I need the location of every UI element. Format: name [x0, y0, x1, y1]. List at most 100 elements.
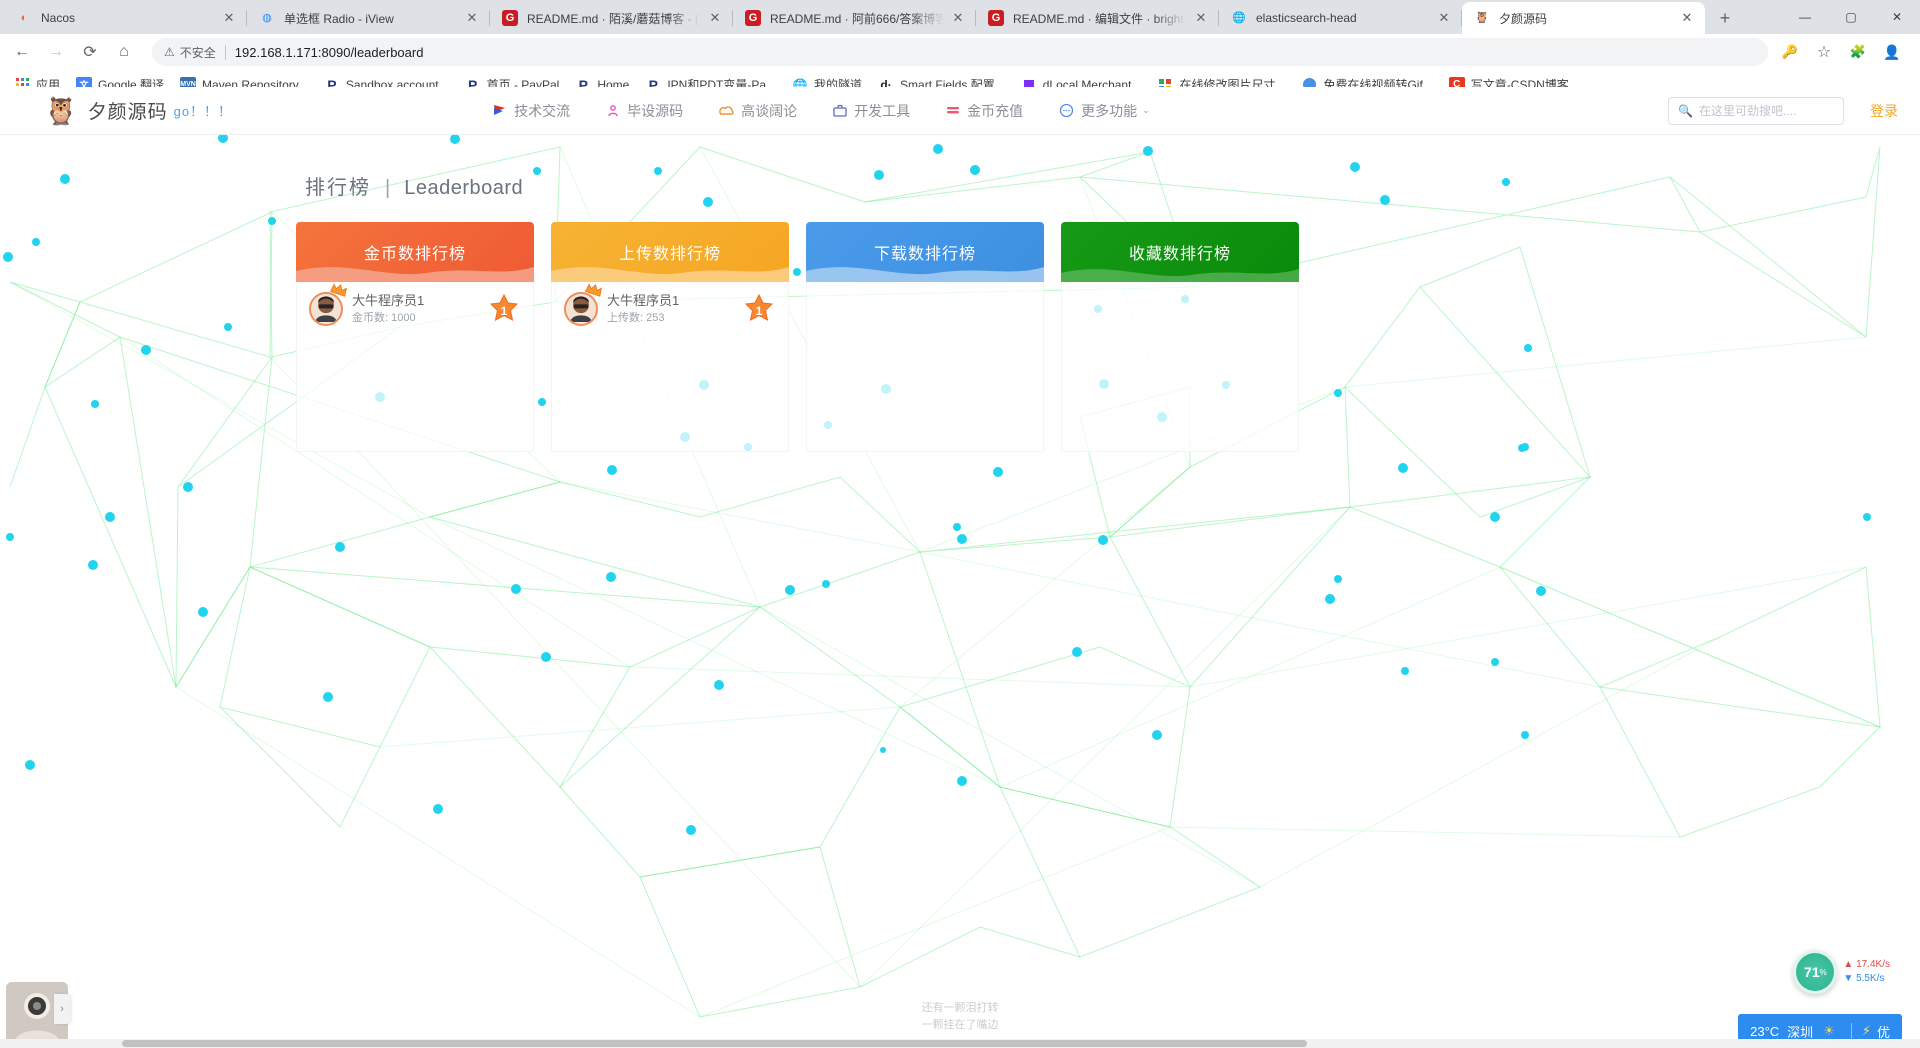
minimize-button[interactable]: — — [1782, 0, 1828, 34]
profile-avatar-icon[interactable]: 👤 — [1878, 38, 1906, 66]
browser-tab[interactable]: G README.md · 编辑文件 · bright ✕ — [976, 2, 1219, 34]
rank-badge: 1 — [489, 293, 519, 324]
gitee-icon: G — [502, 10, 518, 26]
gitee-icon: G — [745, 10, 761, 26]
bookmark-star-icon[interactable]: ☆ — [1810, 38, 1838, 66]
nav-item-coin-recharge[interactable]: 金币充值 — [946, 101, 1023, 121]
weather-status: 优 — [1876, 1024, 1890, 1040]
new-tab-button[interactable]: + — [1711, 4, 1739, 32]
page-title-en: Leaderboard — [404, 177, 524, 199]
browser-tab-active[interactable]: 🦉 夕颜源码 ✕ — [1462, 2, 1705, 34]
footnote-line-2: 一颗挂在了嘴边 — [921, 1019, 999, 1031]
home-button[interactable]: ⌂ — [110, 38, 138, 66]
tab-close-button[interactable]: ✕ — [707, 10, 723, 26]
weather-city: 深圳 — [1787, 1024, 1814, 1040]
extensions-icon[interactable]: 🧩 — [1844, 38, 1872, 66]
card-body: 大牛程序员1 上传数: 253 1 — [551, 282, 789, 452]
browser-tab[interactable]: G README.md · 阿前666/答案博客 ✕ — [733, 2, 976, 34]
down-arrow-icon: ▼ — [1843, 973, 1854, 984]
nav-label: 高谈阔论 — [741, 102, 798, 119]
scrollbar-thumb[interactable] — [122, 1040, 1307, 1047]
tab-close-button[interactable]: ✕ — [950, 10, 966, 26]
card-body — [806, 282, 1044, 452]
site-header: 🦉 夕颜源码 go！！！ 技术交流 毕设源码 高谈阔论 开发工具 金币充值 更多… — [0, 87, 1920, 135]
tab-close-button[interactable]: ✕ — [1193, 10, 1209, 26]
leaderboard-content: 排行榜 | Leaderboard 金币数排行榜 大牛程序员1 金币数: 100… — [0, 171, 1920, 452]
search-icon: 🔍 — [1678, 103, 1693, 118]
card-body: 大牛程序员1 金币数: 1000 1 — [296, 282, 534, 452]
up-arrow-icon: ▲ — [1843, 959, 1854, 970]
leaderboard-card-downloads: 下载数排行榜 — [806, 222, 1044, 452]
iview-icon: ◍ — [262, 11, 272, 24]
password-key-icon[interactable]: 🔑 — [1776, 38, 1804, 66]
close-window-button[interactable]: ✕ — [1874, 0, 1920, 34]
url-text: 192.168.1.171:8090/leaderboard — [234, 44, 424, 60]
chat-expand-button[interactable]: › — [54, 994, 70, 1024]
tab-title: README.md · 编辑文件 · bright — [1013, 11, 1184, 26]
card-header: 下载数排行榜 — [806, 222, 1044, 282]
nav-item-dev-tools[interactable]: 开发工具 — [833, 101, 910, 121]
browser-tab[interactable]: G README.md · 陌溪/蘑菇博客 - ( ✕ — [490, 2, 733, 34]
leaderboard-row[interactable]: 大牛程序员1 上传数: 253 1 — [552, 282, 788, 336]
tab-close-button[interactable]: ✕ — [221, 10, 237, 26]
tab-close-button[interactable]: ✕ — [1436, 10, 1452, 26]
site-brand[interactable]: 🦉 夕颜源码 go！！！ — [44, 95, 232, 127]
chevron-down-icon: ⌄ — [1142, 105, 1150, 115]
weather-divider — [1850, 1023, 1852, 1039]
security-label: 不安全 — [179, 45, 216, 60]
brand-name: 夕颜源码 — [87, 102, 168, 123]
page-title: 排行榜 | Leaderboard — [305, 171, 1920, 200]
speed-stats: ▲ 17.4K/s ▼ 5.5K/s — [1843, 958, 1890, 986]
upload-value: 17.4K/s — [1856, 959, 1890, 970]
brand-slogan: go！！！ — [173, 104, 233, 119]
browser-tab[interactable]: ◐ Nacos ✕ — [4, 2, 247, 34]
tab-close-button[interactable]: ✕ — [464, 10, 480, 26]
browser-tab[interactable]: ◍ 单选框 Radio - iView ✕ — [247, 2, 490, 34]
nav-label: 开发工具 — [854, 102, 911, 119]
page-title-cn: 排行榜 — [305, 177, 371, 199]
site-search-box[interactable]: 🔍 — [1668, 96, 1844, 125]
user-name: 大牛程序员1 — [352, 293, 425, 308]
toolbar-right-actions: 🔑 ☆ 🧩 👤 — [1776, 38, 1912, 66]
nav-item-discussion[interactable]: 高谈阔论 — [719, 101, 797, 121]
warning-triangle-icon: ⚠ — [164, 45, 175, 59]
horizontal-scrollbar[interactable] — [0, 1039, 1920, 1048]
nav-item-graduation-source[interactable]: 毕设源码 — [606, 101, 683, 121]
tab-close-button[interactable]: ✕ — [1679, 10, 1695, 26]
browser-window: ◐ Nacos ✕ ◍ 单选框 Radio - iView ✕ G README… — [0, 0, 1920, 1048]
nav-label: 毕设源码 — [627, 102, 684, 119]
cloud-icon — [719, 104, 734, 117]
card-title: 上传数排行榜 — [618, 246, 721, 263]
speed-dial: 71% — [1793, 950, 1838, 994]
tab-strip: ◐ Nacos ✕ ◍ 单选框 Radio - iView ✕ G README… — [0, 0, 1920, 34]
nacos-icon: ◐ — [20, 11, 28, 24]
search-input[interactable] — [1698, 103, 1834, 118]
leaderboard-row[interactable]: 大牛程序员1 金币数: 1000 1 — [297, 282, 533, 336]
address-bar[interactable]: ⚠ 不安全 192.168.1.171:8090/leaderboard — [152, 38, 1768, 66]
coin-icon — [946, 104, 960, 117]
card-title: 下载数排行榜 — [873, 246, 976, 263]
row-info: 大牛程序员1 金币数: 1000 — [352, 292, 489, 326]
avatar — [309, 283, 347, 326]
card-header: 上传数排行榜 — [551, 222, 789, 282]
login-button[interactable]: 登录 — [1870, 101, 1898, 121]
reload-button[interactable]: ⟳ — [76, 38, 104, 66]
main-navigation: 技术交流 毕设源码 高谈阔论 开发工具 金币充值 更多功能 ⌄ — [492, 101, 1150, 121]
tab-title: elasticsearch-head — [1256, 11, 1357, 25]
back-button[interactable]: ← — [8, 38, 36, 66]
upload-speed: ▲ 17.4K/s — [1843, 958, 1890, 972]
card-title: 金币数排行榜 — [363, 246, 466, 263]
owl-icon: 🦉 — [1475, 11, 1489, 24]
page-viewport: 🦉 夕颜源码 go！！！ 技术交流 毕设源码 高谈阔论 开发工具 金币充值 更多… — [0, 87, 1920, 1048]
maximize-button[interactable]: ▢ — [1828, 0, 1874, 34]
title-divider: | — [385, 177, 391, 199]
browser-tab[interactable]: 🌐 elasticsearch-head ✕ — [1219, 2, 1462, 34]
tab-title: README.md · 阿前666/答案博客 — [770, 11, 944, 26]
sun-icon: ☀ — [1823, 1023, 1835, 1038]
leaderboard-card-coins: 金币数排行榜 大牛程序员1 金币数: 1000 1 — [296, 222, 534, 452]
nav-item-more[interactable]: 更多功能 ⌄ — [1059, 101, 1150, 121]
network-speed-widget[interactable]: 71% ▲ 17.4K/s ▼ 5.5K/s — [1793, 950, 1890, 994]
security-indicator[interactable]: ⚠ 不安全 — [164, 44, 216, 61]
forward-button[interactable]: → — [42, 38, 70, 66]
nav-item-tech[interactable]: 技术交流 — [492, 101, 570, 121]
